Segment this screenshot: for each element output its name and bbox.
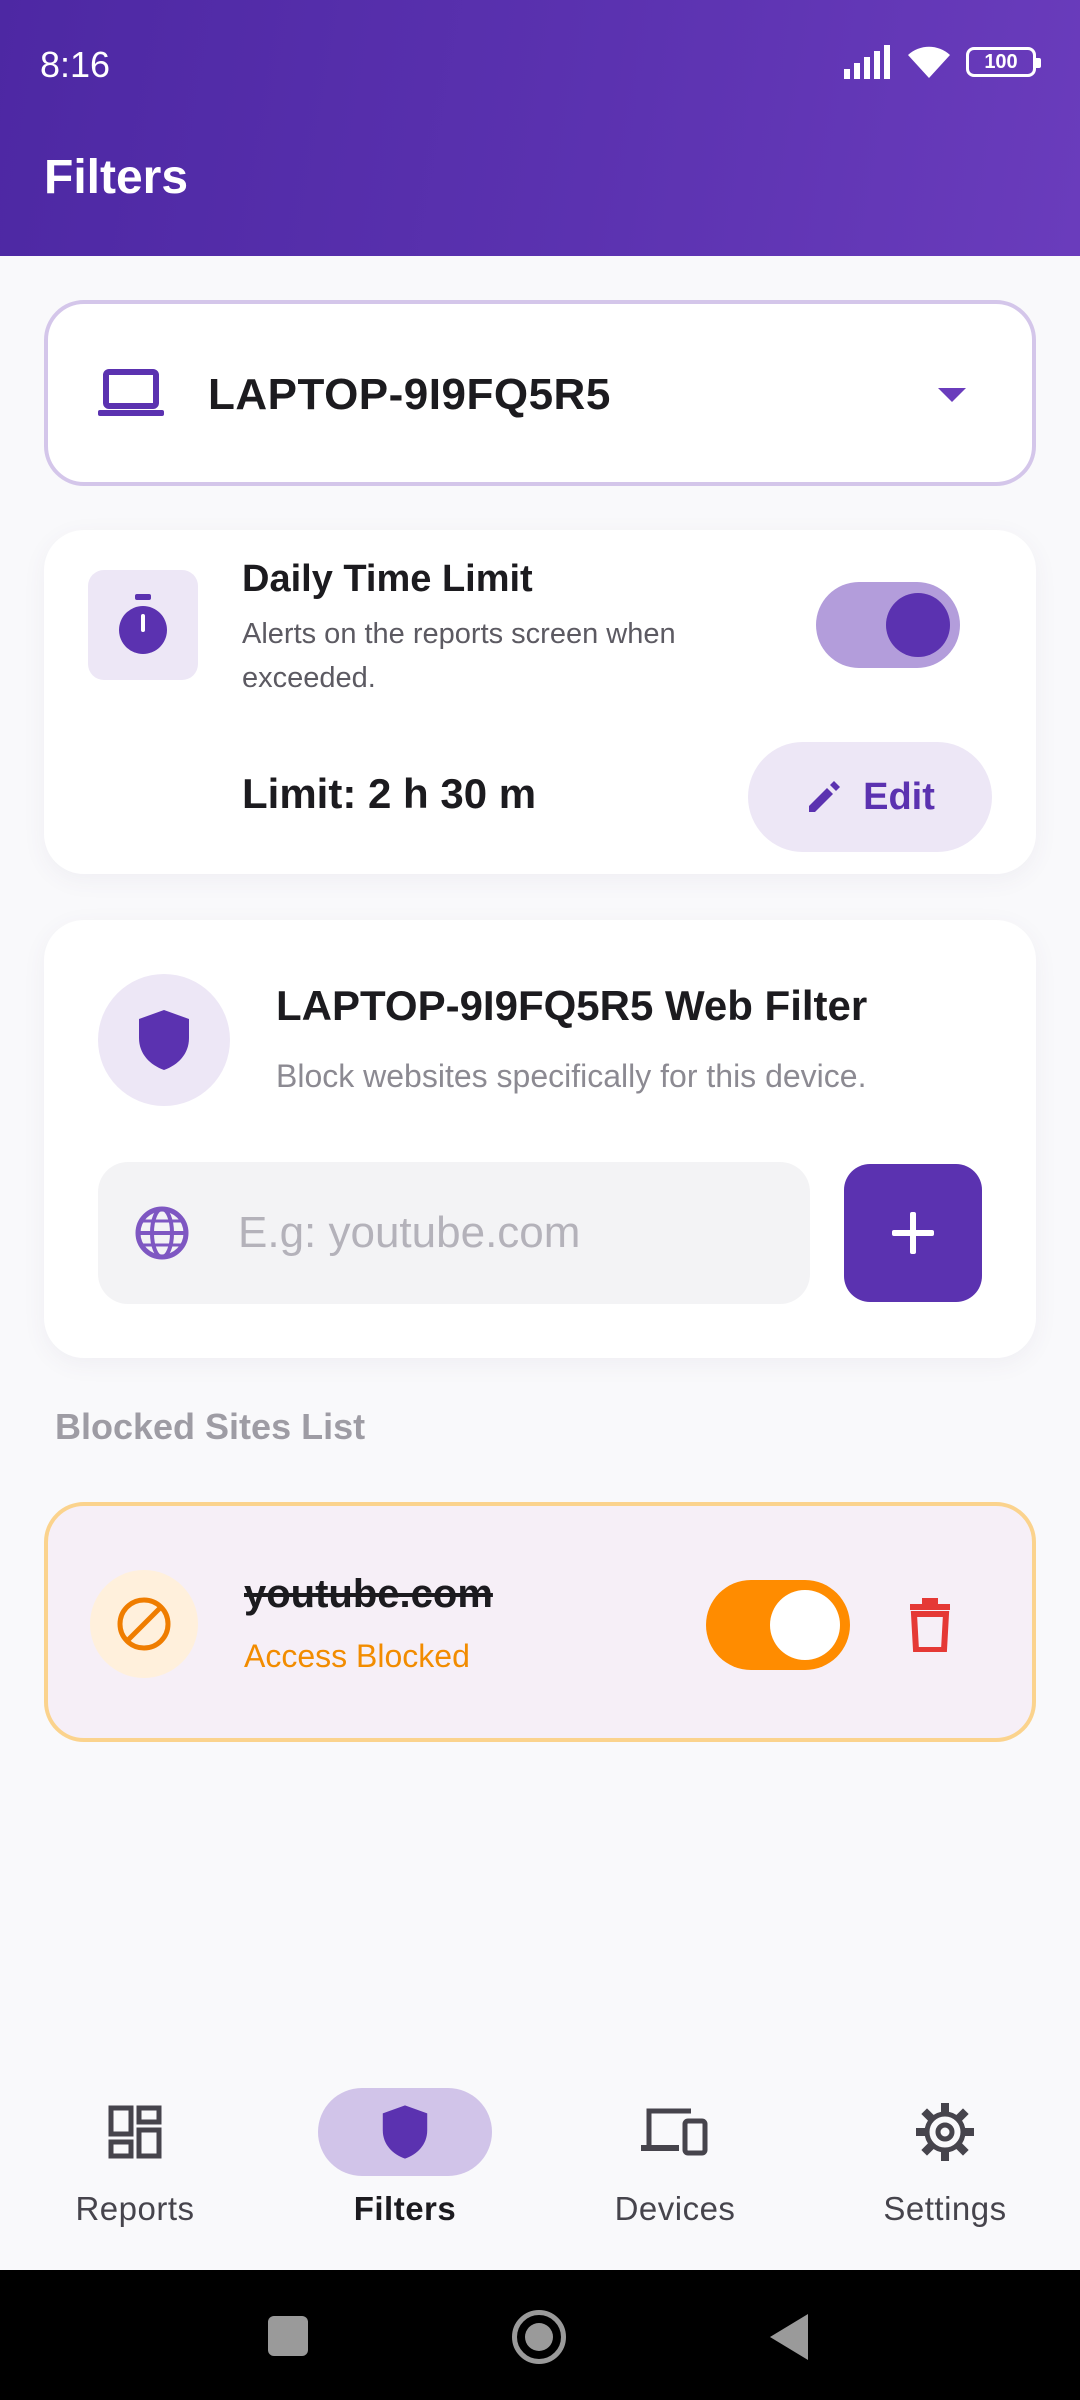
status-icons: 100 bbox=[842, 44, 1041, 80]
globe-icon bbox=[135, 1206, 189, 1260]
time-limit-description: Alerts on the reports screen when exceed… bbox=[242, 618, 676, 694]
web-filter-card: LAPTOP-9I9FQ5R5 Web Filter Block website… bbox=[44, 920, 1036, 1358]
edit-label: Edit bbox=[863, 775, 935, 818]
site-block-toggle[interactable] bbox=[706, 1580, 850, 1670]
bottom-navigation: Reports Filters Devices Settings bbox=[0, 2048, 1080, 2270]
blocked-site-name: youtube.com bbox=[244, 1572, 493, 1616]
nav-item-reports[interactable]: Reports bbox=[0, 2088, 270, 2238]
status-time: 8:16 bbox=[40, 44, 111, 85]
nav-icon-wrap bbox=[588, 2088, 762, 2176]
devices-icon bbox=[641, 2108, 708, 2156]
shield-icon-circle bbox=[98, 974, 230, 1106]
page-title: Filters bbox=[44, 151, 189, 204]
nav-icon-wrap bbox=[858, 2088, 1032, 2176]
gear-icon bbox=[916, 2103, 974, 2161]
url-input[interactable] bbox=[238, 1198, 778, 1268]
blocked-sites-heading: Blocked Sites List bbox=[55, 1406, 366, 1447]
signal-icon bbox=[844, 45, 890, 79]
toggle-knob bbox=[770, 1590, 840, 1660]
pencil-icon bbox=[809, 781, 841, 812]
time-limit-card: Daily Time Limit Alerts on the reports s… bbox=[44, 530, 1036, 874]
nav-label-reports: Reports bbox=[75, 2190, 195, 2227]
url-input-field[interactable] bbox=[98, 1162, 810, 1304]
nav-icon-wrap bbox=[48, 2088, 222, 2176]
nav-item-devices[interactable]: Devices bbox=[540, 2088, 810, 2238]
blocked-site-status: Access Blocked bbox=[244, 1638, 470, 1674]
laptop-icon bbox=[98, 369, 164, 416]
add-site-button[interactable] bbox=[844, 1164, 982, 1302]
nav-item-filters[interactable]: Filters bbox=[270, 2088, 540, 2238]
system-nav-bar bbox=[0, 2270, 1080, 2400]
time-limit-toggle[interactable] bbox=[816, 582, 960, 668]
ban-icon bbox=[117, 1597, 171, 1651]
stopwatch-icon bbox=[119, 594, 167, 654]
device-selector[interactable]: LAPTOP-9I9FQ5R5 bbox=[44, 300, 1036, 486]
nav-label-settings: Settings bbox=[883, 2190, 1007, 2227]
nav-icon-wrap bbox=[318, 2088, 492, 2176]
nav-item-settings[interactable]: Settings bbox=[810, 2088, 1080, 2238]
ban-icon-circle bbox=[90, 1570, 198, 1678]
web-filter-title: LAPTOP-9I9FQ5R5 Web Filter bbox=[276, 982, 868, 1029]
recents-button[interactable] bbox=[268, 2316, 308, 2356]
nav-label-devices: Devices bbox=[614, 2190, 736, 2227]
wifi-icon bbox=[908, 46, 950, 78]
plus-icon bbox=[892, 1212, 934, 1254]
chevron-down-icon bbox=[938, 388, 966, 402]
time-limit-value: Limit: 2 h 30 m bbox=[242, 770, 537, 817]
shield-icon bbox=[139, 1010, 189, 1070]
time-limit-title: Daily Time Limit bbox=[242, 558, 533, 600]
app-header: 8:16 100 Filters bbox=[0, 0, 1080, 256]
toggle-knob bbox=[886, 593, 950, 657]
edit-limit-button[interactable]: Edit bbox=[748, 742, 992, 852]
trash-icon[interactable] bbox=[906, 1596, 954, 1652]
device-name: LAPTOP-9I9FQ5R5 bbox=[208, 370, 611, 419]
home-button[interactable] bbox=[512, 2310, 566, 2364]
shield-icon bbox=[382, 2105, 428, 2159]
battery-icon: 100 bbox=[966, 47, 1041, 77]
dashboard-icon bbox=[108, 2105, 162, 2159]
back-button[interactable] bbox=[770, 2314, 808, 2360]
blocked-site-item: youtube.com Access Blocked bbox=[44, 1502, 1036, 1742]
web-filter-description: Block websites specifically for this dev… bbox=[276, 1058, 867, 1094]
nav-label-filters: Filters bbox=[353, 2190, 457, 2227]
timer-icon-box bbox=[88, 570, 198, 680]
